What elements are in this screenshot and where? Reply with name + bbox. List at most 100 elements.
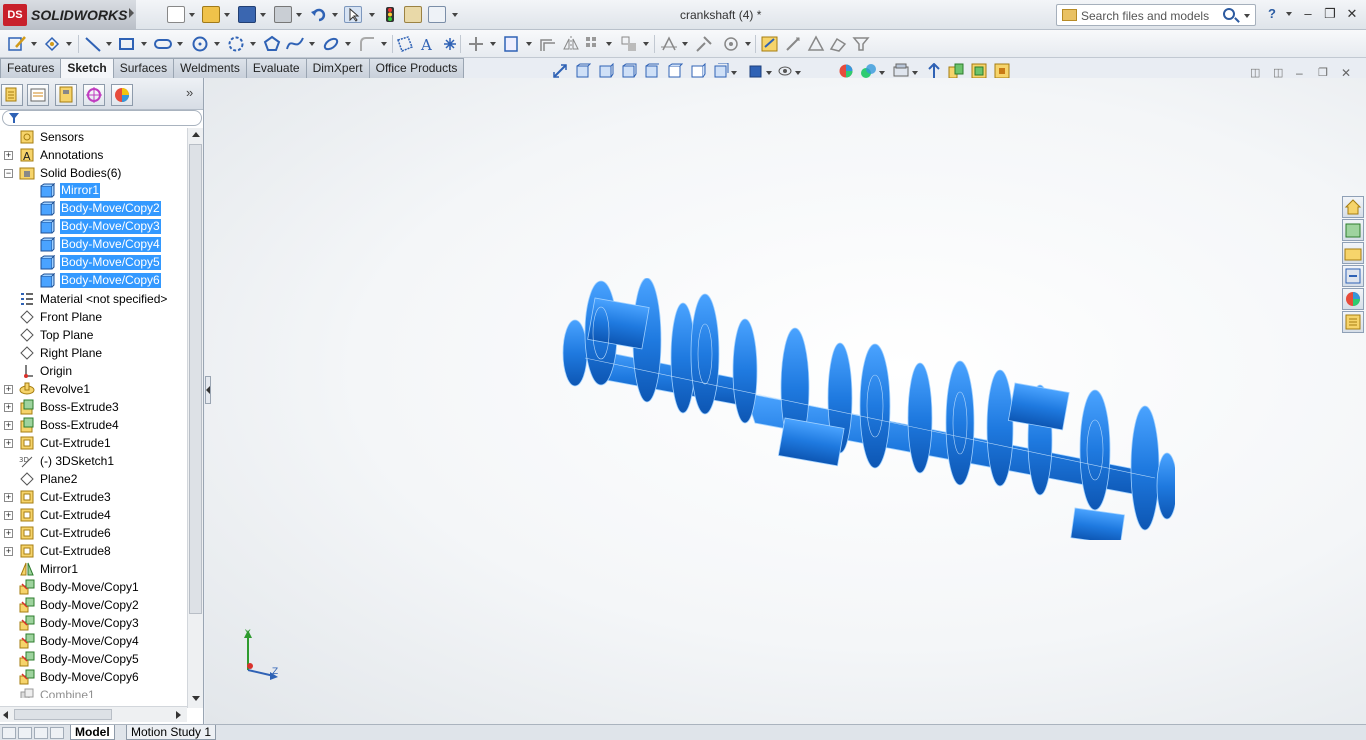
- tree-item[interactable]: + Boss-Extrude3: [0, 398, 187, 416]
- polygon-icon[interactable]: [263, 35, 281, 53]
- tree-item[interactable]: + Cut-Extrude4: [0, 506, 187, 524]
- right-view-icon[interactable]: [644, 63, 660, 79]
- display-style-dropdown-icon[interactable]: [766, 71, 772, 75]
- tree-item[interactable]: Body-Move/Copy6: [0, 668, 187, 686]
- tree-item[interactable]: Material <not specified>: [0, 290, 187, 308]
- property-manager-tab-icon[interactable]: [27, 84, 49, 106]
- select-dropdown-icon[interactable]: [369, 13, 375, 17]
- tree-item[interactable]: Body-Move/Copy5: [0, 254, 187, 272]
- ellipse-icon[interactable]: [322, 35, 340, 53]
- print-dropdown-icon[interactable]: [296, 13, 302, 17]
- display-relations-icon[interactable]: [660, 35, 678, 53]
- bottom-tab-model[interactable]: Model: [70, 725, 115, 740]
- convert-dropdown-icon[interactable]: [526, 42, 532, 46]
- pattern-dropdown-icon[interactable]: [606, 42, 612, 46]
- expand-icon[interactable]: +: [4, 385, 13, 394]
- move-dropdown-icon[interactable]: [643, 42, 649, 46]
- search-scope-folder-icon[interactable]: [1062, 9, 1077, 21]
- feature-manager-tab[interactable]: [1, 84, 23, 106]
- repair-sketch-icon[interactable]: [695, 35, 713, 53]
- restore-icon[interactable]: ❐: [1322, 6, 1338, 22]
- smart-dimension-icon[interactable]: [43, 35, 61, 53]
- view-settings-icon[interactable]: [893, 63, 909, 79]
- tab-surfaces[interactable]: Surfaces: [112, 58, 175, 78]
- search-dropdown-icon[interactable]: [1244, 14, 1250, 18]
- solidworks-menu-button[interactable]: DS SOLIDWORKS: [0, 0, 136, 30]
- undo-icon[interactable]: [310, 6, 328, 23]
- file-explorer-icon[interactable]: [1342, 242, 1364, 264]
- expand-icon[interactable]: +: [4, 439, 13, 448]
- tab-sketch[interactable]: Sketch: [60, 58, 114, 78]
- tree-item[interactable]: Body-Move/Copy2: [0, 596, 187, 614]
- section-view-icon[interactable]: [926, 63, 942, 79]
- doc-close-icon[interactable]: ✕: [1341, 66, 1351, 80]
- bottom-view-icon[interactable]: [690, 63, 706, 79]
- tree-item[interactable]: Top Plane: [0, 326, 187, 344]
- hide-show-items-icon[interactable]: [777, 63, 793, 79]
- tree-vertical-scrollbar[interactable]: [187, 128, 203, 708]
- tree-item[interactable]: Front Plane: [0, 308, 187, 326]
- slot-icon[interactable]: [154, 35, 172, 53]
- tab-dimxpert[interactable]: DimXpert: [305, 58, 370, 78]
- save-dropdown-icon[interactable]: [260, 13, 266, 17]
- panel-collapse-handle[interactable]: [205, 376, 211, 404]
- circle-icon[interactable]: [191, 35, 209, 53]
- point-icon[interactable]: [441, 35, 459, 53]
- scroll-down-arrow-icon[interactable]: [192, 696, 200, 701]
- tab-features[interactable]: Features: [0, 58, 62, 78]
- back-view-icon[interactable]: [598, 63, 614, 79]
- tree-item[interactable]: Right Plane: [0, 344, 187, 362]
- display-manager-tab-icon[interactable]: [111, 84, 133, 106]
- first-tab-nav-icon[interactable]: [2, 727, 16, 739]
- open-folder-icon[interactable]: [202, 6, 220, 23]
- tree-item[interactable]: Body-Move/Copy4: [0, 632, 187, 650]
- help-dropdown-icon[interactable]: [1286, 12, 1292, 16]
- rectangle-dropdown-icon[interactable]: [141, 42, 147, 46]
- search-box[interactable]: Search files and models: [1056, 4, 1256, 26]
- tree-item[interactable]: Body-Move/Copy1: [0, 578, 187, 596]
- trim-dropdown-icon[interactable]: [490, 42, 496, 46]
- tree-item[interactable]: Body-Move/Copy5: [0, 650, 187, 668]
- expand-icon[interactable]: +: [4, 421, 13, 430]
- quick-snaps-icon[interactable]: [722, 35, 740, 53]
- tree-item[interactable]: − Solid Bodies(6): [0, 164, 187, 182]
- slot-dropdown-icon[interactable]: [177, 42, 183, 46]
- crankshaft-model[interactable]: [555, 278, 1175, 540]
- tab-weldments[interactable]: Weldments: [173, 58, 247, 78]
- collapse-icon[interactable]: −: [4, 169, 13, 178]
- tree-item[interactable]: 3D (-) 3DSketch1: [0, 452, 187, 470]
- expand-panel-chevron-icon[interactable]: »: [186, 85, 193, 100]
- expand-icon[interactable]: +: [4, 511, 13, 520]
- open-dropdown-icon[interactable]: [224, 13, 230, 17]
- sketch-icon[interactable]: [8, 35, 26, 53]
- arc-dropdown-icon[interactable]: [250, 42, 256, 46]
- text-tool-icon[interactable]: A: [418, 35, 436, 53]
- tree-item[interactable]: Body-Move/Copy4: [0, 236, 187, 254]
- dimxpert-manager-tab-icon[interactable]: [83, 84, 105, 106]
- configuration-manager-tab-icon[interactable]: [55, 84, 77, 106]
- tab-office-products[interactable]: Office Products: [368, 58, 465, 78]
- edit-appearance-icon[interactable]: [838, 63, 854, 79]
- ellipse-dropdown-icon[interactable]: [345, 42, 351, 46]
- search-input[interactable]: Search files and models: [1081, 9, 1209, 23]
- convert-entities-icon[interactable]: [503, 35, 521, 53]
- bottom-tab-motion-study-1[interactable]: Motion Study 1: [126, 725, 217, 740]
- view-palette-icon[interactable]: [948, 63, 964, 79]
- spline-dropdown-icon[interactable]: [309, 42, 315, 46]
- fillet-dropdown-icon[interactable]: [381, 42, 387, 46]
- undo-dropdown-icon[interactable]: [332, 13, 338, 17]
- feature-tree-filter[interactable]: [2, 110, 202, 126]
- layers-icon[interactable]: [971, 63, 987, 79]
- expand-icon[interactable]: +: [4, 547, 13, 556]
- tree-item[interactable]: Mirror1: [0, 182, 187, 200]
- tree-item[interactable]: + Cut-Extrude3: [0, 488, 187, 506]
- tree-item[interactable]: + Revolve1: [0, 380, 187, 398]
- tree-item[interactable]: Body-Move/Copy3: [0, 614, 187, 632]
- horizontal-scroll-thumb[interactable]: [14, 709, 112, 720]
- line-icon[interactable]: [84, 35, 102, 53]
- tree-item[interactable]: Body-Move/Copy6: [0, 272, 187, 290]
- options-dropdown-icon[interactable]: [452, 13, 458, 17]
- select-arrow-icon[interactable]: [344, 6, 362, 23]
- new-document-icon[interactable]: [167, 6, 185, 23]
- move-entities-icon[interactable]: [620, 35, 638, 53]
